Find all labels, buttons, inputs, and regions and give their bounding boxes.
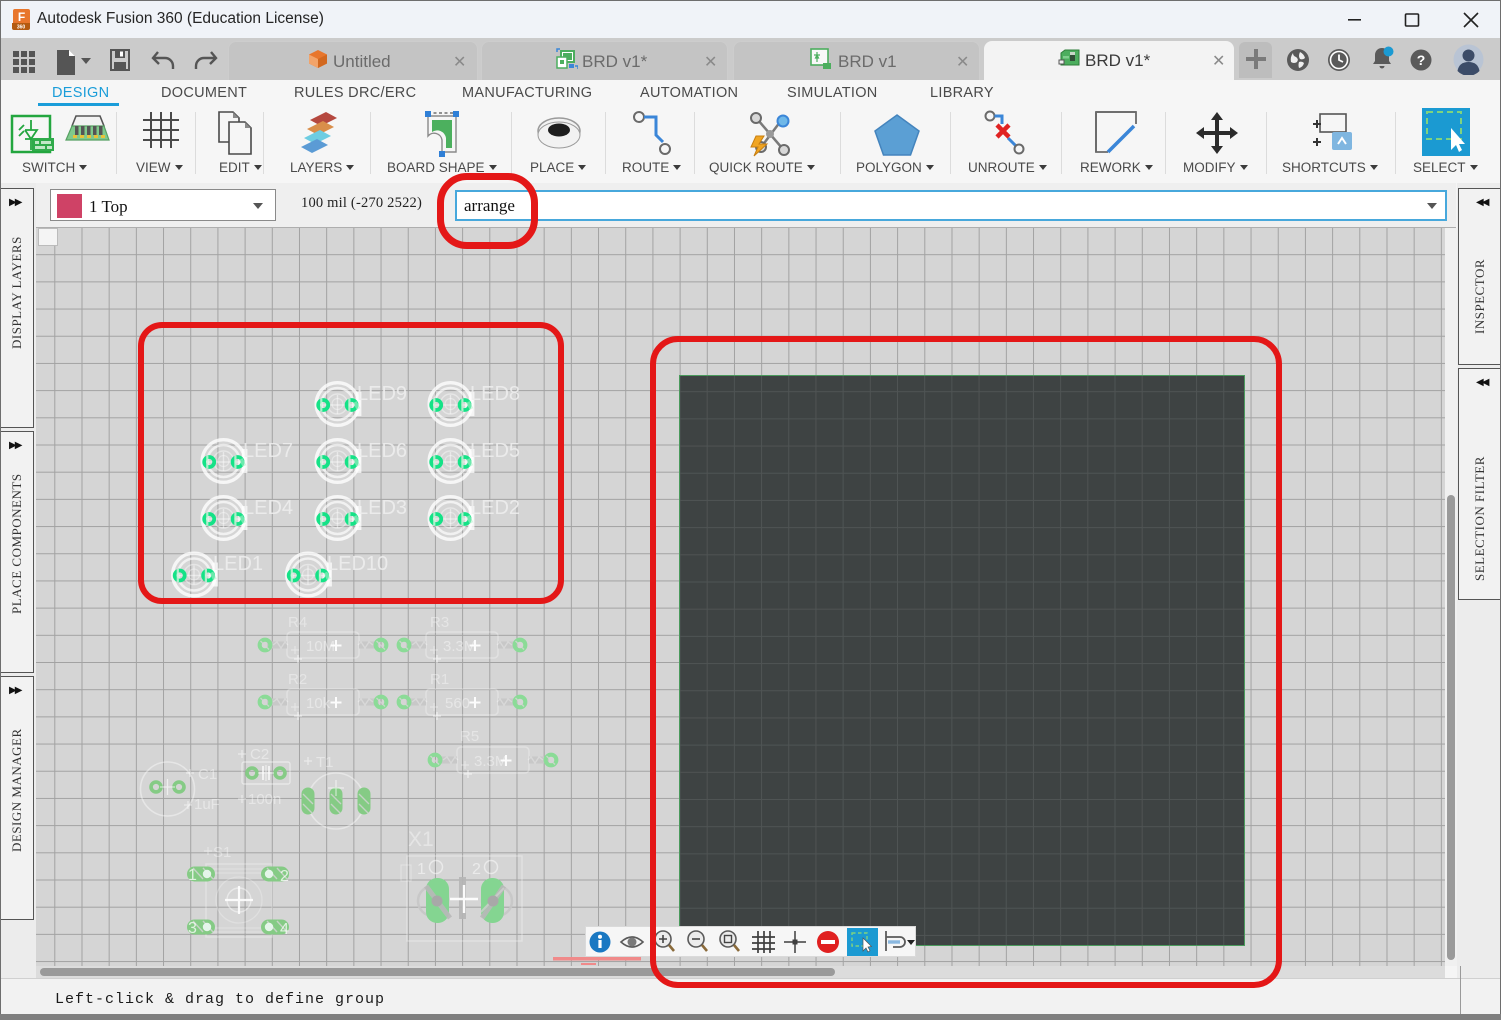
svg-text:S1: S1	[213, 844, 231, 861]
svg-text:R2: R2	[288, 671, 307, 688]
svg-text:2: 2	[472, 861, 481, 878]
svg-text:F: F	[18, 10, 25, 24]
svg-text:4: 4	[280, 921, 289, 938]
svg-text:3.3M: 3.3M	[474, 753, 507, 770]
svg-text:10M: 10M	[306, 638, 335, 655]
svg-text:X1: X1	[408, 828, 434, 851]
svg-text:R1: R1	[430, 671, 449, 688]
svg-text:360: 360	[17, 25, 26, 31]
svg-text:1uF: 1uF	[194, 796, 220, 813]
svg-text:1: 1	[417, 861, 426, 878]
svg-text:100n: 100n	[248, 791, 281, 808]
svg-text:?: ?	[1417, 52, 1426, 68]
svg-text:R5: R5	[460, 728, 479, 745]
svg-text:T1: T1	[316, 754, 334, 771]
svg-text:R3: R3	[430, 614, 449, 631]
svg-text:C2: C2	[250, 746, 269, 763]
svg-text:560: 560	[445, 695, 470, 712]
svg-text:2: 2	[280, 868, 289, 885]
svg-text:3: 3	[188, 920, 197, 937]
svg-text:3.3M: 3.3M	[443, 638, 476, 655]
svg-text:10k: 10k	[306, 695, 331, 712]
svg-text:R4: R4	[288, 614, 307, 631]
svg-text:C1: C1	[198, 766, 217, 783]
svg-text:1: 1	[188, 867, 197, 884]
